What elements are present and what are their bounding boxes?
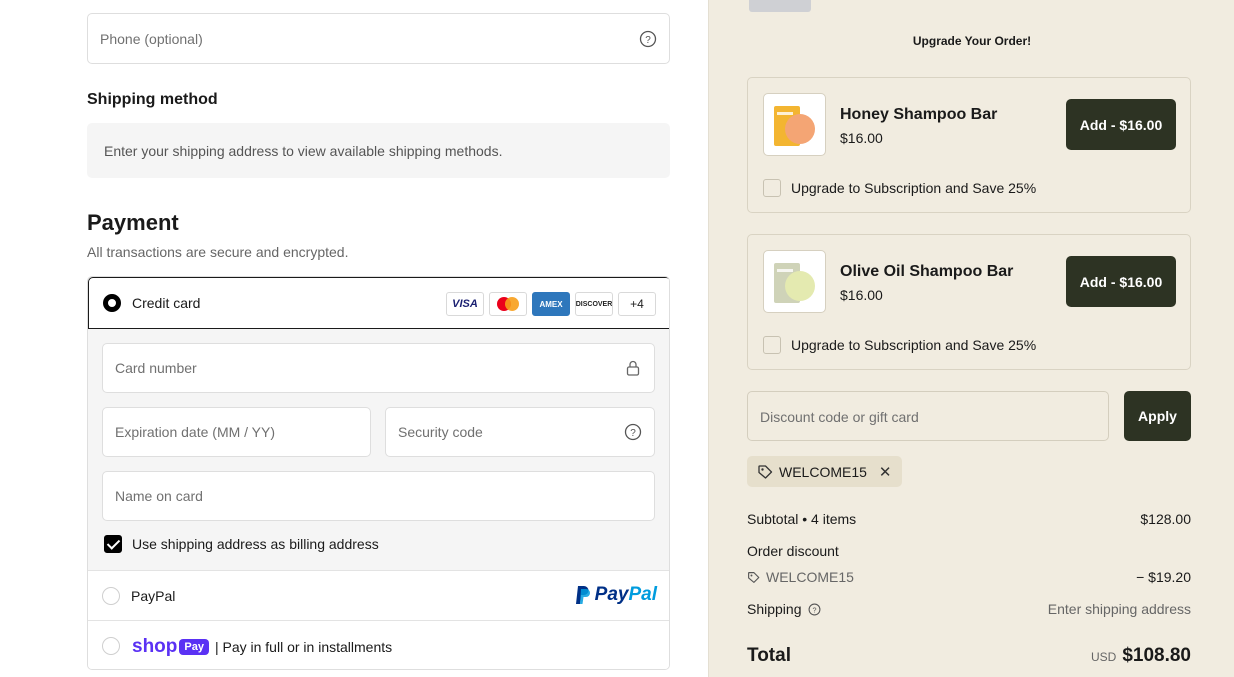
upsell-card: Olive Oil Shampoo Bar $16.00 Add - $16.0…: [747, 234, 1191, 370]
help-icon[interactable]: ?: [639, 30, 657, 48]
product-image: [763, 93, 826, 156]
mastercard-icon: [489, 292, 527, 316]
subscription-checkbox[interactable]: [763, 179, 781, 197]
subscription-option[interactable]: Upgrade to Subscription and Save 25%: [763, 179, 1036, 197]
svg-text:?: ?: [645, 35, 651, 46]
shipping-notice-text: Enter your shipping address to view avai…: [104, 143, 503, 159]
upsell-card: Honey Shampoo Bar $16.00 Add - $16.00 Up…: [747, 77, 1191, 213]
order-discount-row: Order discount: [747, 543, 1191, 559]
svg-text:?: ?: [812, 605, 816, 614]
total-row: Total USD $108.80: [747, 645, 1191, 667]
applied-discount-chip: WELCOME15 ✕: [747, 456, 902, 487]
discount-placeholder: Discount code or gift card: [760, 409, 919, 425]
card-brands: VISA AMEX DISCOVER +4: [446, 292, 656, 316]
tag-icon: [758, 464, 773, 479]
paypal-logo: PayPal: [575, 584, 657, 606]
billing-address-checkbox[interactable]: [104, 535, 122, 553]
paypal-label: PayPal: [131, 588, 176, 604]
card-number-field[interactable]: Card number: [102, 343, 655, 393]
currency-code: USD: [1090, 650, 1117, 664]
total-label: Total: [747, 645, 791, 666]
product-name: Honey Shampoo Bar: [840, 106, 998, 123]
phone-field[interactable]: Phone (optional) ?: [87, 13, 670, 64]
amex-icon: AMEX: [532, 292, 570, 316]
subtotal-row: Subtotal • 4 items $128.00: [747, 511, 1191, 527]
shipping-row: Shipping ? Enter shipping address: [747, 601, 1191, 617]
discount-value: − $19.20: [1136, 569, 1191, 585]
discount-code-line: WELCOME15: [747, 569, 1191, 585]
discount-code-name: WELCOME15: [766, 569, 854, 585]
product-price: $16.00: [840, 130, 883, 146]
add-product-button[interactable]: Add - $16.00: [1066, 99, 1176, 150]
paypal-logo-pay: Pay: [594, 584, 629, 605]
subscription-label: Upgrade to Subscription and Save 25%: [791, 337, 1037, 353]
paypal-logo-pal: Pal: [628, 584, 657, 605]
shop-pay-option[interactable]: shop Pay | Pay in full or in installment…: [88, 621, 669, 669]
card-number-placeholder: Card number: [115, 360, 197, 376]
name-on-card-placeholder: Name on card: [115, 488, 203, 504]
billing-address-option[interactable]: Use shipping address as billing address: [104, 535, 379, 553]
expiration-placeholder: Expiration date (MM / YY): [115, 424, 276, 440]
subscription-option[interactable]: Upgrade to Subscription and Save 25%: [763, 336, 1036, 354]
payment-subtitle: All transactions are secure and encrypte…: [87, 244, 349, 260]
help-icon[interactable]: ?: [624, 423, 642, 441]
shop-pay-logo: shop Pay | Pay in full or in installment…: [132, 636, 392, 658]
upsell-title: Upgrade Your Order!: [912, 34, 1032, 48]
applied-discount-code: WELCOME15: [779, 463, 867, 480]
discount-code-input[interactable]: Discount code or gift card: [747, 391, 1109, 441]
shop-pay-label: | Pay in full or in installments: [214, 639, 393, 655]
product-price: $16.00: [840, 287, 883, 303]
shipping-method-heading: Shipping method: [87, 91, 218, 108]
shipping-method-notice: Enter your shipping address to view avai…: [87, 123, 670, 178]
expiration-date-field[interactable]: Expiration date (MM / YY): [102, 407, 371, 457]
more-cards-badge: +4: [618, 292, 656, 316]
shipping-value: Enter shipping address: [1047, 601, 1191, 617]
total-amount: USD $108.80: [1091, 645, 1191, 667]
shipping-label: Shipping: [747, 601, 802, 617]
subscription-label: Upgrade to Subscription and Save 25%: [791, 180, 1037, 196]
credit-card-label: Credit card: [132, 295, 201, 311]
shop-pay-radio[interactable]: [102, 637, 120, 655]
apply-discount-button[interactable]: Apply: [1124, 391, 1191, 441]
order-discount-label: Order discount: [747, 543, 839, 559]
tag-icon: [748, 571, 760, 583]
shop-pay-wordmark: shop: [132, 636, 178, 657]
credit-card-radio[interactable]: [103, 294, 121, 312]
paypal-p-icon: [575, 586, 590, 604]
help-icon[interactable]: ?: [808, 603, 821, 616]
total-value: $108.80: [1122, 645, 1191, 666]
security-code-placeholder: Security code: [398, 424, 483, 440]
subtotal-value: $128.00: [1140, 511, 1191, 527]
product-name: Olive Oil Shampoo Bar: [840, 263, 1014, 280]
paypal-radio[interactable]: [102, 587, 120, 605]
credit-card-option[interactable]: Credit card VISA AMEX DISCOVER +4: [88, 277, 669, 329]
name-on-card-field[interactable]: Name on card: [102, 471, 655, 521]
subtotal-label: Subtotal • 4 items: [747, 511, 857, 527]
paypal-option[interactable]: PayPal PayPal: [88, 571, 669, 621]
subscription-checkbox[interactable]: [763, 336, 781, 354]
discover-icon: DISCOVER: [575, 292, 613, 316]
visa-icon: VISA: [446, 292, 484, 316]
checkout-form: Phone (optional) ? Shipping method Enter…: [0, 0, 708, 677]
add-product-button[interactable]: Add - $16.00: [1066, 256, 1176, 307]
product-image: [763, 250, 826, 313]
discount-code-row: WELCOME15 − $19.20: [747, 569, 1191, 585]
cart-item-thumbnail: [749, 0, 811, 12]
credit-card-form: Card number Expiration date (MM / YY) Se…: [88, 329, 669, 571]
phone-placeholder: Phone (optional): [100, 30, 203, 47]
lock-icon: [626, 360, 640, 376]
svg-text:?: ?: [630, 428, 636, 439]
billing-address-label: Use shipping address as billing address: [132, 536, 379, 552]
payment-options: Credit card VISA AMEX DISCOVER +4 Card n…: [87, 276, 670, 670]
order-summary-panel: Upgrade Your Order! Honey Shampoo Bar $1…: [708, 0, 1234, 677]
payment-heading: Payment: [87, 210, 179, 235]
security-code-field[interactable]: Security code ?: [385, 407, 655, 457]
remove-discount-icon[interactable]: ✕: [879, 463, 892, 481]
shop-pay-badge: Pay: [179, 639, 209, 655]
